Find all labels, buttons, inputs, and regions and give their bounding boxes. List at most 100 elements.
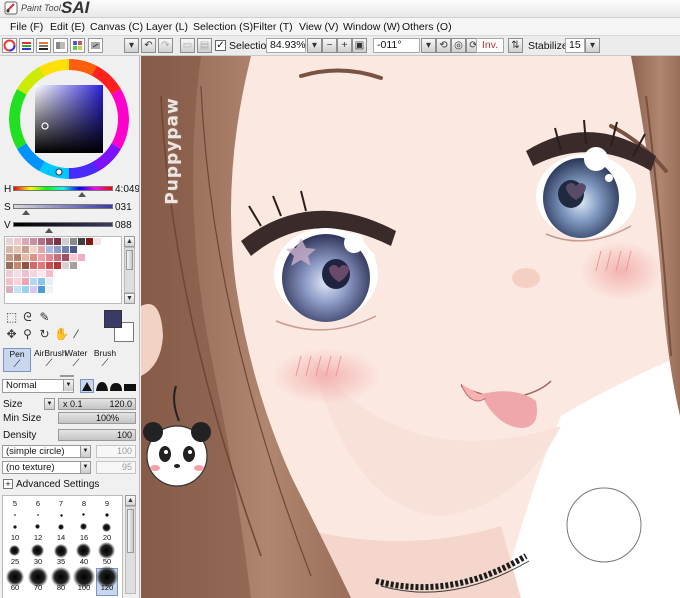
rotate-left-icon[interactable]: ⟲ <box>436 38 451 53</box>
palette-scroll-up-icon[interactable]: ▲ <box>124 236 135 247</box>
swatch[interactable] <box>30 254 37 261</box>
swatch[interactable] <box>78 254 85 261</box>
swatch[interactable] <box>46 278 53 285</box>
hue-slider[interactable] <box>13 186 113 191</box>
swatch[interactable] <box>70 262 77 269</box>
swatch[interactable] <box>38 262 45 269</box>
swatch[interactable] <box>30 238 37 245</box>
rotate-reset-icon[interactable]: ◎ <box>451 38 466 53</box>
swatch[interactable] <box>14 286 21 293</box>
redo-icon[interactable]: ↷ <box>158 38 173 53</box>
swatch[interactable] <box>30 270 37 277</box>
swatch[interactable] <box>6 270 13 277</box>
undo-icon[interactable]: ↶ <box>141 38 156 53</box>
swatch[interactable] <box>70 254 77 261</box>
menu-filter[interactable]: Filter (T) <box>253 21 293 33</box>
swatch[interactable] <box>54 246 61 253</box>
tip-shape-flat-button[interactable] <box>123 379 137 393</box>
hand-icon[interactable]: ✋ <box>54 328 69 341</box>
swatch[interactable] <box>62 262 69 269</box>
tip-shape-sharp-button[interactable] <box>80 379 94 393</box>
swatch[interactable] <box>22 278 29 285</box>
swatch[interactable] <box>46 254 53 261</box>
color-wheel[interactable] <box>8 59 129 179</box>
density-slider[interactable]: 100 <box>58 429 136 441</box>
deselect-icon[interactable]: ▭ <box>180 38 195 53</box>
stabilizer-field[interactable]: 15 <box>565 38 585 53</box>
brush-size-60[interactable]: 60 <box>5 568 25 595</box>
scratchpad-tab[interactable] <box>88 38 103 53</box>
swatch[interactable] <box>46 246 53 253</box>
swatch[interactable] <box>94 238 101 245</box>
brush-grid-scroll-thumb[interactable] <box>127 509 134 553</box>
swatch[interactable] <box>14 246 21 253</box>
swatch[interactable] <box>30 262 37 269</box>
saturation-slider-knob[interactable] <box>22 210 30 215</box>
swatch[interactable] <box>38 254 45 261</box>
swatch[interactable] <box>78 238 85 245</box>
menu-others[interactable]: Others (O) <box>402 21 452 33</box>
swatch[interactable] <box>62 238 69 245</box>
rgb-slider-tab[interactable] <box>19 38 34 53</box>
min-size-slider[interactable]: 100% <box>58 412 136 424</box>
swatch[interactable] <box>62 254 69 261</box>
brush-tab-water[interactable]: Water ⟋ <box>65 348 87 372</box>
hsv-slider-tab[interactable] <box>36 38 51 53</box>
brush-size-6[interactable]: 6 <box>28 497 48 523</box>
swatch[interactable] <box>6 262 13 269</box>
swatch[interactable] <box>22 254 29 261</box>
drawing-canvas[interactable]: Puppypaw <box>141 56 680 598</box>
tip-shape-medium-button[interactable] <box>95 379 109 393</box>
swatch[interactable] <box>22 286 29 293</box>
flip-horizontal-button[interactable]: Inv. <box>476 38 504 53</box>
brush-size-80[interactable]: 80 <box>51 567 71 595</box>
size-multiplier-dropdown-icon[interactable]: ▼ <box>44 398 55 410</box>
brush-tab-pen[interactable]: Pen ⟋ <box>3 348 31 372</box>
swatch-palette[interactable] <box>4 236 122 304</box>
menu-file[interactable]: File (F) <box>10 21 43 33</box>
swatch[interactable] <box>70 238 77 245</box>
swatch[interactable] <box>14 238 21 245</box>
primary-color-swatch[interactable] <box>104 310 122 328</box>
brush-panel-splitter[interactable] <box>60 375 74 377</box>
zoom-field[interactable]: 84.93% <box>266 38 306 53</box>
swatch[interactable] <box>22 270 29 277</box>
brush-size-7[interactable]: 7 <box>51 497 71 523</box>
palette-scrollbar[interactable] <box>124 247 135 293</box>
brush-texture-strength[interactable]: 95 <box>96 461 136 474</box>
palette-scroll-down-icon[interactable]: ▼ <box>124 293 135 304</box>
swatch[interactable] <box>14 254 21 261</box>
toolbar-dropdown-icon[interactable]: ▾ <box>124 38 139 53</box>
brush-size-100[interactable]: 100 <box>73 566 95 595</box>
flip-vertical-icon[interactable]: ⇅ <box>508 38 523 53</box>
advanced-settings-toggle[interactable]: + <box>3 479 13 489</box>
advanced-settings-label[interactable]: Advanced Settings <box>16 479 99 490</box>
swatch[interactable] <box>54 262 61 269</box>
rotation-field[interactable]: -011° <box>373 38 420 53</box>
move-icon[interactable]: ✥ <box>5 328 18 341</box>
value-slider-knob[interactable] <box>45 228 53 233</box>
intermediate-color-tab[interactable] <box>53 38 68 53</box>
swatch[interactable] <box>6 278 13 285</box>
magic-wand-icon[interactable]: ✎ <box>38 311 51 324</box>
brush-size-5[interactable]: 5 <box>5 497 25 523</box>
swatch[interactable] <box>54 238 61 245</box>
swatch[interactable] <box>46 238 53 245</box>
stabilizer-dropdown-icon[interactable]: ▾ <box>585 38 600 53</box>
swatch[interactable] <box>14 262 21 269</box>
swatch[interactable] <box>30 246 37 253</box>
brush-grid-scrollbar[interactable] <box>125 506 136 594</box>
color-wheel-tab[interactable] <box>2 38 17 53</box>
zoom-reset-icon[interactable]: ▣ <box>352 38 367 53</box>
swatch[interactable] <box>30 278 37 285</box>
menu-canvas[interactable]: Canvas (C) <box>90 21 143 33</box>
brush-size-70[interactable]: 70 <box>28 567 48 595</box>
brush-size-9[interactable]: 9 <box>97 497 117 523</box>
invert-selection-icon[interactable]: ▤ <box>197 38 212 53</box>
zoom-out-button[interactable]: − <box>322 38 337 53</box>
swatch[interactable] <box>38 270 45 277</box>
brush-shape-select[interactable]: (simple circle) ▼ <box>2 445 91 458</box>
menu-window[interactable]: Window (W) <box>343 21 400 33</box>
zoom-in-button[interactable]: + <box>337 38 352 53</box>
swatch[interactable] <box>30 286 37 293</box>
